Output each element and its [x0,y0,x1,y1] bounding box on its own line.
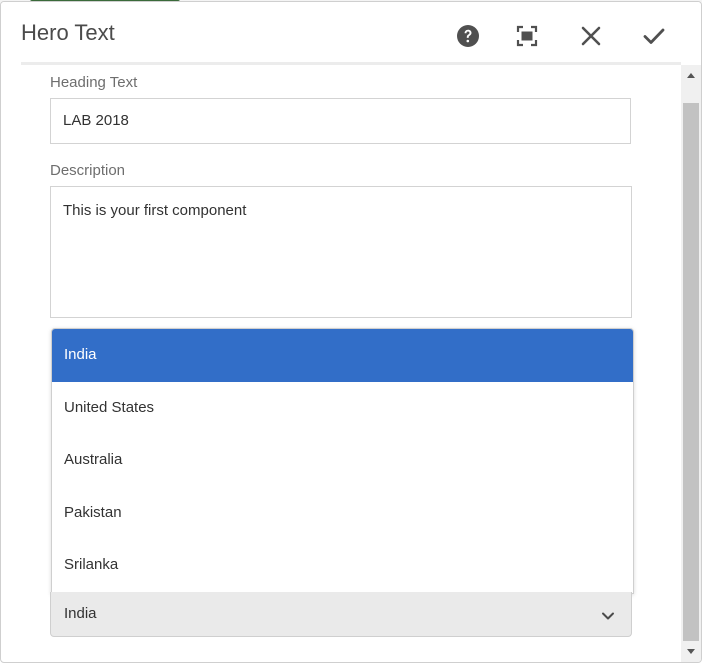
scrollbar-thumb[interactable] [683,103,699,641]
country-select-value: India [64,605,97,622]
help-circle-icon [457,25,479,47]
dialog-title: Hero Text [21,20,115,45]
country-option[interactable]: Srilanka [52,539,633,592]
heading-text-label: Heading Text [50,74,138,91]
description-textarea[interactable]: This is your first component [50,186,632,318]
hero-text-dialog: Hero Text Heading Text LAB 2018 Descript… [0,1,702,663]
dialog-header: Hero Text [1,2,701,64]
country-dropdown-list: India United States Australia Pakistan S… [51,328,634,594]
country-select-button[interactable]: India [50,592,632,637]
close-icon [581,26,601,46]
fullscreen-icon [516,25,538,47]
description-label: Description [50,162,126,179]
cancel-button[interactable] [571,16,611,56]
country-option[interactable]: Australia [52,434,633,487]
help-button[interactable] [448,16,488,56]
country-option[interactable]: Pakistan [52,487,633,540]
checkmark-icon [643,28,665,44]
chevron-down-icon [601,608,615,626]
done-button[interactable] [634,16,674,56]
scroll-down-arrow-icon[interactable] [685,646,697,658]
fullscreen-button[interactable] [507,16,547,56]
country-option[interactable]: India [52,329,633,382]
heading-text-input[interactable]: LAB 2018 [50,98,631,144]
scroll-up-arrow-icon[interactable] [685,69,697,81]
dialog-content: Heading Text LAB 2018 Description This i… [1,65,681,662]
country-option[interactable]: United States [52,382,633,435]
vertical-scrollbar[interactable] [681,65,701,662]
